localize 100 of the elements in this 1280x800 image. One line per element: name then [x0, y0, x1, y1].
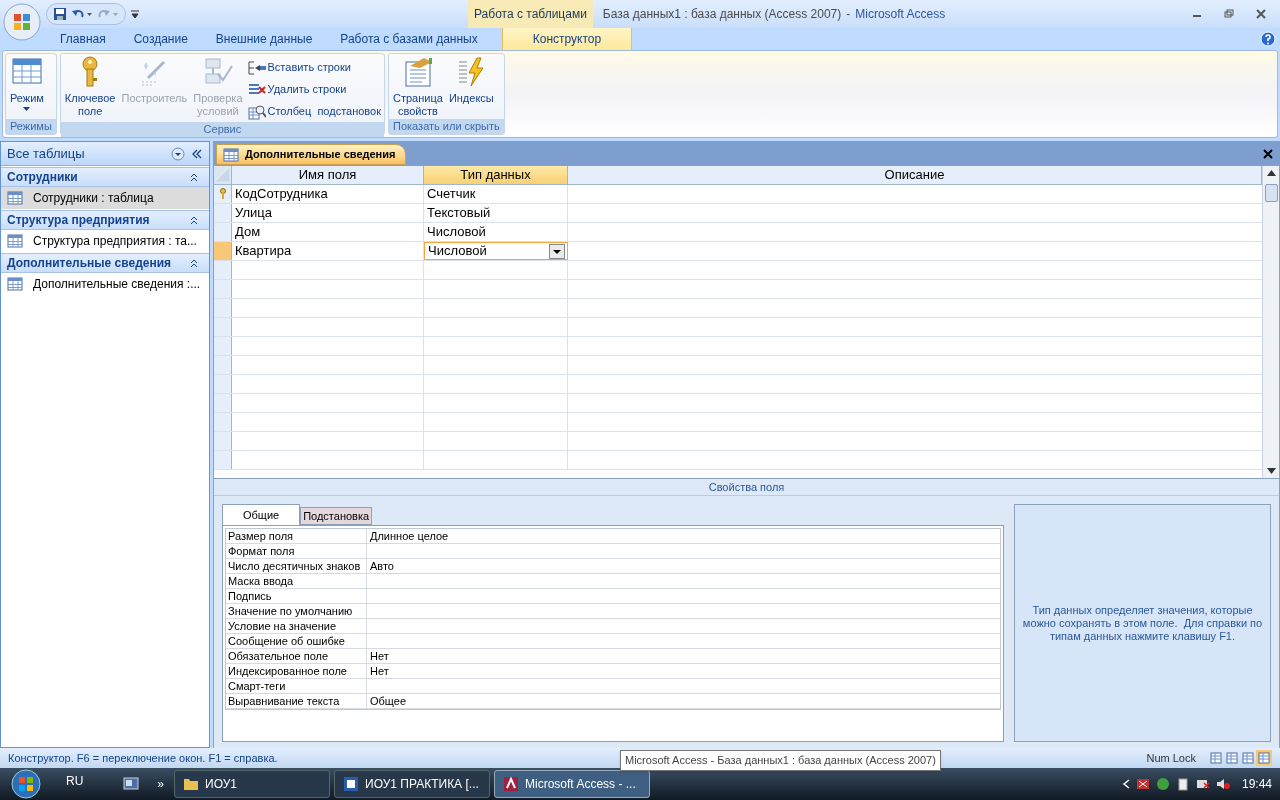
- scroll-thumb[interactable]: [1264, 184, 1278, 202]
- scrollbar[interactable]: [1262, 166, 1279, 478]
- ribbon-button[interactable]: Удалить строки: [246, 79, 382, 100]
- ribbon-button[interactable]: Ключевое поле: [62, 56, 118, 118]
- collapse-group-icon: [189, 258, 199, 268]
- table-icon: [7, 234, 23, 248]
- property-label: Сообщение об ошибке: [226, 634, 367, 648]
- table-cell: Улица: [232, 204, 424, 222]
- property-value[interactable]: Длинное целое: [367, 529, 1000, 543]
- table-icon: [223, 147, 239, 162]
- battery-icon: [1175, 777, 1190, 791]
- language-indicator[interactable]: RU: [66, 772, 84, 790]
- taskbar-button[interactable]: ИОУ1: [174, 770, 331, 798]
- group-label: Режимы: [6, 119, 56, 134]
- ribbon-tab[interactable]: Внешние данные: [201, 28, 327, 50]
- property-label: Значение по умолчанию: [226, 604, 367, 618]
- clock[interactable]: 19:44: [1241, 775, 1272, 793]
- property-label: Обязательное поле: [226, 649, 367, 663]
- row-selector[interactable]: [214, 204, 232, 222]
- row-selector[interactable]: [214, 242, 232, 260]
- taskbar-button[interactable]: ИОУ1 ПРАКТИКА [...: [334, 770, 491, 798]
- property-label: Смарт-теги: [226, 679, 367, 693]
- insert-rows-icon: [247, 59, 266, 76]
- ribbon-tab[interactable]: Работа с базами данных: [326, 28, 492, 50]
- ribbon-button[interactable]: Страница свойств: [391, 56, 445, 118]
- table-cell: Квартира: [232, 242, 424, 260]
- collapse-group-icon: [189, 215, 199, 225]
- ribbon-button[interactable]: Столбец подстановок: [246, 101, 382, 122]
- pivot-chart-icon: [1242, 752, 1254, 764]
- ribbon-button[interactable]: Режим: [8, 56, 46, 111]
- window-title: База данных1 : база данных (Access 2007): [602, 6, 842, 23]
- collapse-group-icon: [189, 172, 199, 182]
- property-label: Маска ввода: [226, 574, 367, 588]
- group-label: Сервис: [60, 122, 384, 137]
- ribbon-tab[interactable]: Создание: [119, 28, 202, 50]
- property-label: Подпись: [226, 589, 367, 603]
- dropdown-arrow-icon: [23, 107, 31, 111]
- property-label: Выравнивание текста: [226, 694, 367, 708]
- table-icon: [7, 191, 23, 205]
- customize-icon: [130, 9, 140, 19]
- ribbon-button[interactable]: Индексы: [446, 56, 496, 105]
- table-icon: [7, 277, 23, 291]
- property-label: Число десятичных знаков: [226, 559, 367, 573]
- status-icon: [1155, 777, 1170, 791]
- title-separator: -: [846, 6, 851, 23]
- contextual-tab-label: Работа с таблицами: [468, 0, 593, 28]
- property-label: Индексированное поле: [226, 664, 367, 678]
- collapse-icon: [191, 148, 203, 159]
- close-icon: [1263, 149, 1273, 159]
- save-icon: [53, 7, 67, 21]
- expand-tray-icon: [1121, 779, 1130, 789]
- document-tab[interactable]: Дополнительные сведения: [216, 144, 407, 165]
- status-text: Конструктор. F6 = переключение окон. F1 = справка.: [8, 750, 278, 766]
- tooltip: Microsoft Access - База данных1 : база данных (Access 2007): [620, 750, 941, 771]
- table-cell: КодСотрудника: [232, 185, 424, 203]
- table-cell: Текстовый: [424, 204, 568, 222]
- navigation-item[interactable]: Сотрудники : таблица: [1, 187, 209, 209]
- group-label: Показать или скрыть: [389, 119, 504, 134]
- property-value[interactable]: Нет: [367, 664, 1000, 678]
- taskbar-button[interactable]: Microsoft Access - ...: [494, 770, 651, 798]
- table-cell: Дом: [232, 223, 424, 241]
- property-label: Размер поля: [226, 529, 367, 543]
- pivot-table-icon: [1226, 752, 1238, 764]
- close-icon: [1256, 9, 1266, 19]
- scroll-down-icon: [1266, 468, 1276, 474]
- property-label: Условие на значение: [226, 619, 367, 633]
- antivirus-icon: [1135, 777, 1150, 791]
- design-view-icon: [1258, 752, 1270, 764]
- datasheet-view-icon: [1210, 752, 1222, 764]
- column-header[interactable]: Тип данных: [424, 166, 568, 184]
- show-desktop-icon: [123, 777, 140, 791]
- folder-icon: [183, 776, 200, 792]
- database-icon: [503, 776, 520, 792]
- network-icon: [1195, 777, 1210, 791]
- ribbon-tab[interactable]: Конструктор: [501, 26, 633, 50]
- table-cell: Счетчик: [424, 185, 568, 203]
- pane-title: Все таблицы: [7, 144, 85, 163]
- restore-icon: [1224, 9, 1234, 19]
- property-tab[interactable]: Подстановка: [300, 507, 373, 525]
- help-icon: [1260, 31, 1276, 47]
- row-selector[interactable]: [214, 185, 232, 203]
- app-name: Microsoft Access: [855, 6, 946, 23]
- property-tab[interactable]: Общие: [222, 504, 301, 525]
- ribbon-button[interactable]: Вставить строки: [246, 57, 382, 78]
- taskbar-overflow[interactable]: »: [157, 775, 165, 793]
- property-value[interactable]: Общее: [367, 694, 1000, 708]
- row-selector[interactable]: [214, 223, 232, 241]
- dropdown-icon: [171, 146, 185, 161]
- data-type-dropdown[interactable]: Числовой: [424, 242, 568, 260]
- ribbon-tab[interactable]: Главная: [46, 28, 120, 50]
- section-title: Свойства поля: [214, 479, 1279, 496]
- table-cell: Числовой: [424, 223, 568, 241]
- property-label: Формат поля: [226, 544, 367, 558]
- document-icon: [343, 776, 360, 792]
- help-text: Тип данных определяет значения, которые можно сохранять в этом поле. Для справки по типам данных нажмите клавишу F1.: [1021, 603, 1264, 643]
- scroll-up-icon: [1266, 170, 1276, 176]
- property-value[interactable]: Нет: [367, 649, 1000, 663]
- num-lock-indicator: Num Lock: [1146, 750, 1196, 766]
- volume-icon: [1215, 777, 1230, 791]
- property-value[interactable]: Авто: [367, 559, 1000, 573]
